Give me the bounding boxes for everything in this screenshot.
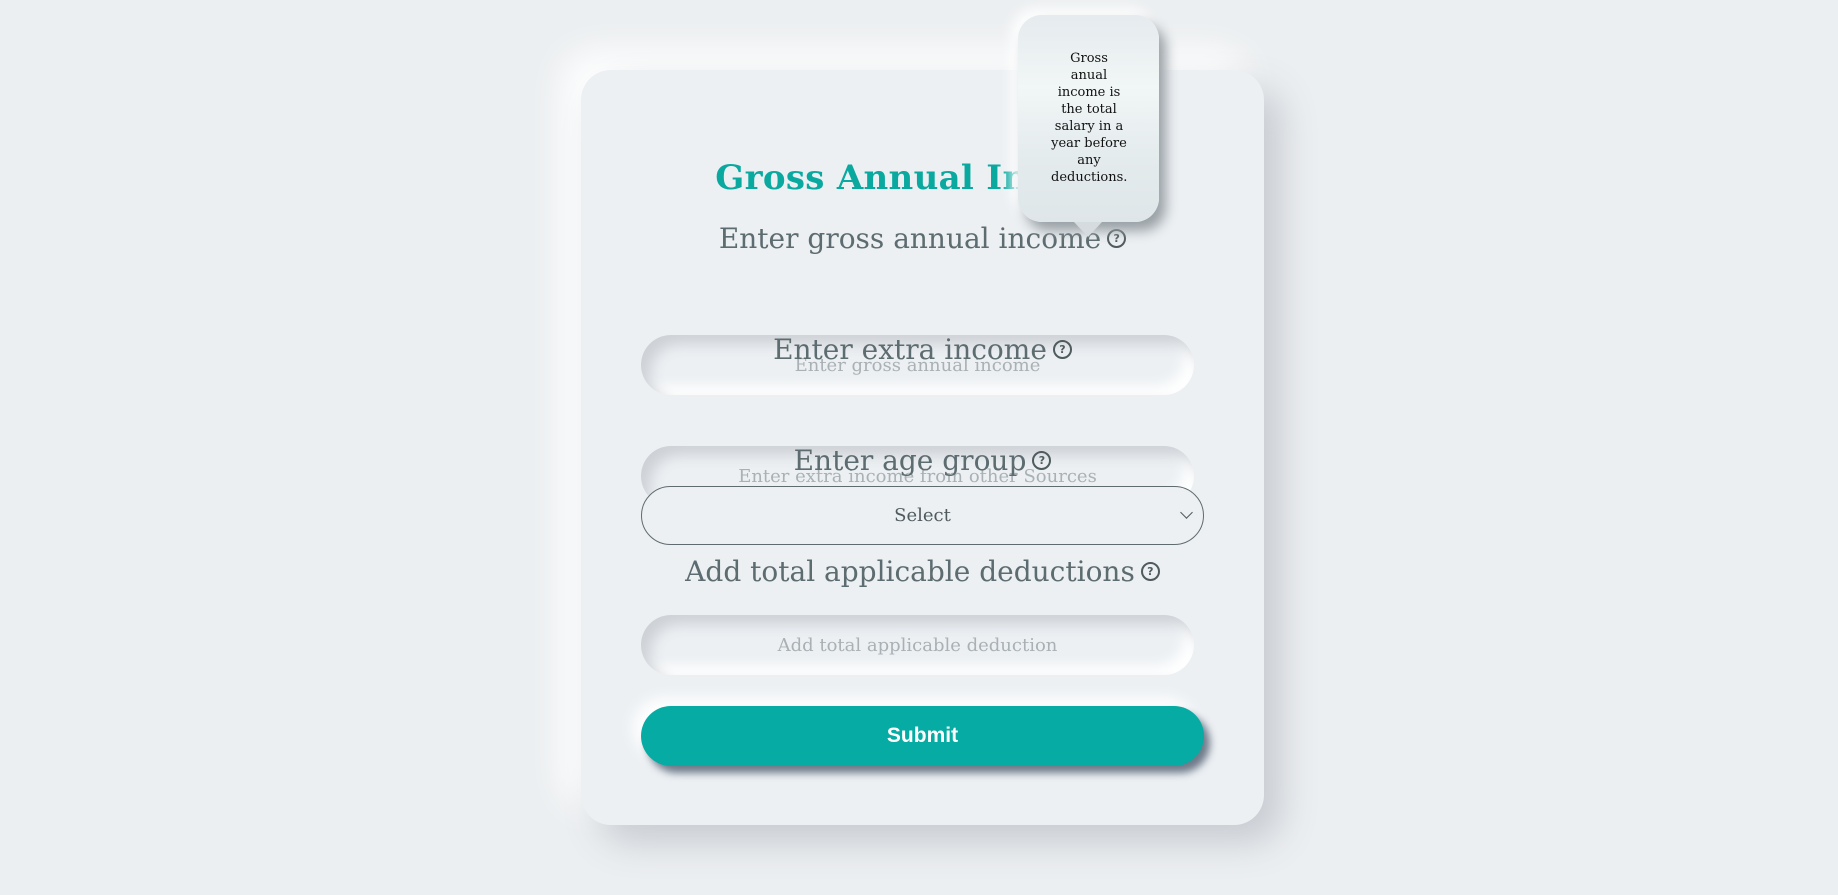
question-circle-icon[interactable]: ? [1140, 562, 1160, 581]
help-tooltip: Gross anual income is the total salary i… [1018, 15, 1159, 222]
chevron-down-icon [1180, 506, 1193, 519]
age-group-selected-value: Select [894, 505, 951, 526]
tooltip-arrow [1074, 222, 1102, 237]
form-title: Gross Annual Income [715, 158, 1130, 198]
gross-income-label-text: Enter gross annual income [718, 222, 1102, 255]
age-group-label-text: Enter age group [793, 444, 1027, 477]
age-group-label: Enter age group? [581, 444, 1264, 477]
deductions-label: Add total applicable deductions? [581, 555, 1264, 588]
age-group-select[interactable]: Select [641, 486, 1204, 545]
gross-income-label: Enter gross annual income? [581, 222, 1264, 255]
extra-income-label-text: Enter extra income [773, 333, 1047, 366]
deductions-input[interactable] [641, 615, 1194, 675]
tooltip-text: Gross anual income is the total salary i… [1051, 51, 1128, 185]
deductions-label-text: Add total applicable deductions [685, 555, 1135, 588]
income-form-card: Gross Annual Income Enter gross annual i… [581, 70, 1264, 825]
question-circle-icon[interactable]: ? [1032, 451, 1052, 470]
question-circle-icon[interactable]: ? [1052, 340, 1072, 359]
submit-button[interactable]: Submit [641, 706, 1204, 766]
extra-income-label: Enter extra income? [581, 333, 1264, 366]
question-circle-icon[interactable]: ? [1107, 229, 1127, 248]
